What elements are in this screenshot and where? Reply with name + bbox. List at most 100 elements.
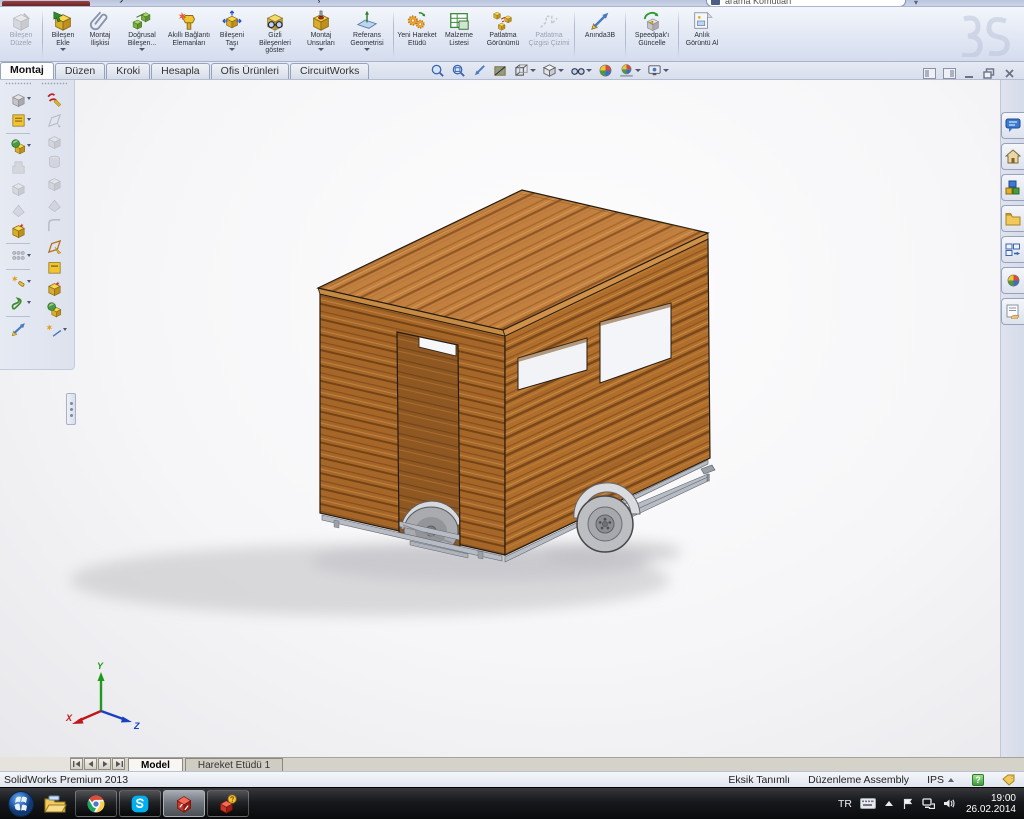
caret[interactable] — [663, 69, 669, 72]
insert-component-tool[interactable] — [6, 89, 30, 110]
taskbar-solidworks[interactable] — [163, 790, 205, 817]
assembly-feature-tool[interactable] — [6, 220, 30, 241]
taskbar-chrome[interactable] — [75, 790, 117, 817]
tab-kroki[interactable]: Kroki — [106, 63, 150, 79]
network-icon[interactable] — [922, 798, 935, 809]
sketch-edit-tool[interactable] — [42, 236, 66, 257]
taskbar-solidworks-help[interactable] — [207, 790, 249, 817]
tag-icon[interactable] — [1002, 774, 1016, 786]
caret[interactable] — [27, 144, 31, 147]
caret[interactable] — [27, 301, 31, 304]
display-style-icon[interactable] — [542, 63, 564, 78]
solidworks-resources-tab[interactable] — [1001, 143, 1024, 170]
toolbar-grip[interactable] — [41, 82, 67, 86]
taskbar-skype[interactable] — [119, 790, 161, 817]
ribbon-button-reference-geometry[interactable]: Referans Geometrisi — [343, 8, 391, 61]
menu-dosya[interactable]: Dosya — [100, 0, 131, 6]
menu-toolbox[interactable]: Toolbox — [426, 0, 464, 6]
dropdown-caret[interactable] — [119, 47, 165, 53]
search-commands-input[interactable]: arama Komutları — [706, 0, 906, 7]
tab-scroll-first[interactable] — [70, 758, 83, 770]
unit-system-selector[interactable]: IPS — [927, 774, 954, 786]
boss-tool[interactable] — [42, 257, 66, 278]
ribbon-button-instant3d[interactable]: Anında3B — [577, 8, 623, 61]
menu-gorunum[interactable]: Görünüm — [202, 0, 248, 6]
appearance-tool[interactable] — [6, 136, 30, 157]
appearances-scenes-tab[interactable] — [1001, 267, 1024, 294]
search-options-caret[interactable]: ▾ — [914, 0, 932, 6]
design-library-tab[interactable] — [1001, 174, 1024, 201]
ribbon-button-exploded-view[interactable]: Patlatma Görünümü — [480, 8, 526, 61]
toolbar-grip[interactable] — [5, 82, 31, 86]
tab-montaj[interactable]: Montaj — [0, 62, 54, 79]
hide-show-items-icon[interactable] — [570, 63, 592, 78]
view-palette-tab[interactable] — [1001, 236, 1024, 263]
pane-right-button[interactable] — [942, 67, 956, 79]
caret[interactable] — [530, 69, 536, 72]
language-indicator[interactable]: TR — [838, 798, 852, 810]
taskbar-explorer[interactable] — [38, 790, 72, 818]
dropdown-caret[interactable] — [343, 47, 391, 53]
model-caravan-assembly[interactable]: X Y Z — [0, 80, 1024, 757]
view-orientation-icon[interactable] — [514, 63, 536, 78]
sketch-3d-tool[interactable] — [42, 89, 66, 110]
ribbon-button-smart-fasteners[interactable]: Akıllı Bağlantı Elemanları — [165, 8, 213, 61]
tab-circuitworks[interactable]: CircuitWorks — [290, 63, 369, 79]
show-hidden-icons-button[interactable] — [884, 800, 894, 808]
menu-circuitworks[interactable]: CircuitWorks — [349, 0, 411, 6]
ribbon-button-take-snapshot[interactable]: Anlık Görüntü Al — [681, 8, 723, 61]
routing-tool[interactable] — [6, 293, 30, 314]
volume-icon[interactable] — [943, 798, 956, 809]
quick-tips-help-button[interactable]: ? — [972, 774, 984, 786]
apply-scene-icon[interactable] — [619, 63, 641, 78]
minimize-button[interactable] — [962, 67, 976, 79]
zoom-fit-icon[interactable] — [430, 63, 445, 78]
taskbar-clock[interactable]: 19:00 26.02.2014 — [966, 793, 1016, 815]
action-center-flag-icon[interactable] — [902, 798, 914, 810]
menu-araclar[interactable]: Araçlar — [299, 0, 334, 6]
menu-yardim[interactable]: Yardım — [535, 0, 570, 6]
ribbon-button-new-motion-study[interactable]: Yeni Hareket Etüdü — [396, 8, 438, 61]
caret[interactable] — [558, 69, 564, 72]
start-button[interactable] — [6, 789, 36, 819]
instant3d-tool[interactable] — [6, 319, 30, 340]
dropdown-caret[interactable] — [45, 47, 81, 53]
caret[interactable] — [27, 118, 31, 121]
caret[interactable] — [63, 328, 67, 331]
appearance-ball-tool[interactable] — [42, 299, 66, 320]
dropdown-caret[interactable] — [299, 47, 343, 53]
motion-study-tab[interactable]: Hareket Etüdü 1 — [185, 758, 283, 771]
ribbon-button-linear-pattern[interactable]: Doğrusal Bileşen... — [119, 8, 165, 61]
ribbon-button-insert-component[interactable]: Bileşen Ekle — [45, 8, 81, 61]
ribbon-button-assembly-features[interactable]: Montaj Unsurları — [299, 8, 343, 61]
ribbon-button-update-speedpak[interactable]: Speedpak'ı Güncelle — [628, 8, 676, 61]
ribbon-button-bill-of-materials[interactable]: Malzeme Listesi — [438, 8, 480, 61]
edit-appearance-icon[interactable] — [598, 63, 613, 78]
caret[interactable] — [27, 280, 31, 283]
door-opening[interactable] — [397, 332, 462, 555]
smart-fastener-tool[interactable] — [6, 272, 30, 293]
zoom-area-icon[interactable] — [451, 63, 466, 78]
component-pattern-tool[interactable] — [6, 246, 30, 267]
tab-hesapla[interactable]: Hesapla — [151, 63, 210, 79]
tab-scroll-prev[interactable] — [84, 758, 97, 770]
close-button[interactable] — [1002, 67, 1016, 79]
tab-ofis-urunleri[interactable]: Ofis Ürünleri — [211, 63, 289, 79]
ribbon-button-show-hidden-components[interactable]: Gizli Bileşenleri göster — [251, 8, 299, 61]
custom-properties-tab[interactable] — [1001, 298, 1024, 325]
graphics-area[interactable]: X Y Z — [0, 80, 1024, 757]
view-settings-icon[interactable] — [647, 63, 669, 78]
ribbon-button-move-component[interactable]: Bileşeni Taşı — [213, 8, 251, 61]
pane-left-button[interactable] — [922, 67, 936, 79]
previous-view-icon[interactable] — [472, 63, 487, 78]
ribbon-button-mate[interactable]: Montaj İlişkisi — [81, 8, 119, 61]
caret[interactable] — [586, 69, 592, 72]
tab-scroll-last[interactable] — [112, 758, 125, 770]
feature-tree-splitter-handle[interactable] — [66, 393, 76, 425]
menu-duzenle[interactable]: Düzenle — [146, 0, 186, 6]
restore-button[interactable] — [982, 67, 996, 79]
caret[interactable] — [27, 254, 31, 257]
menu-pencere[interactable]: Pencere — [479, 0, 520, 6]
model-tab[interactable]: Model — [128, 758, 183, 771]
feature-star-tool[interactable] — [42, 278, 66, 299]
